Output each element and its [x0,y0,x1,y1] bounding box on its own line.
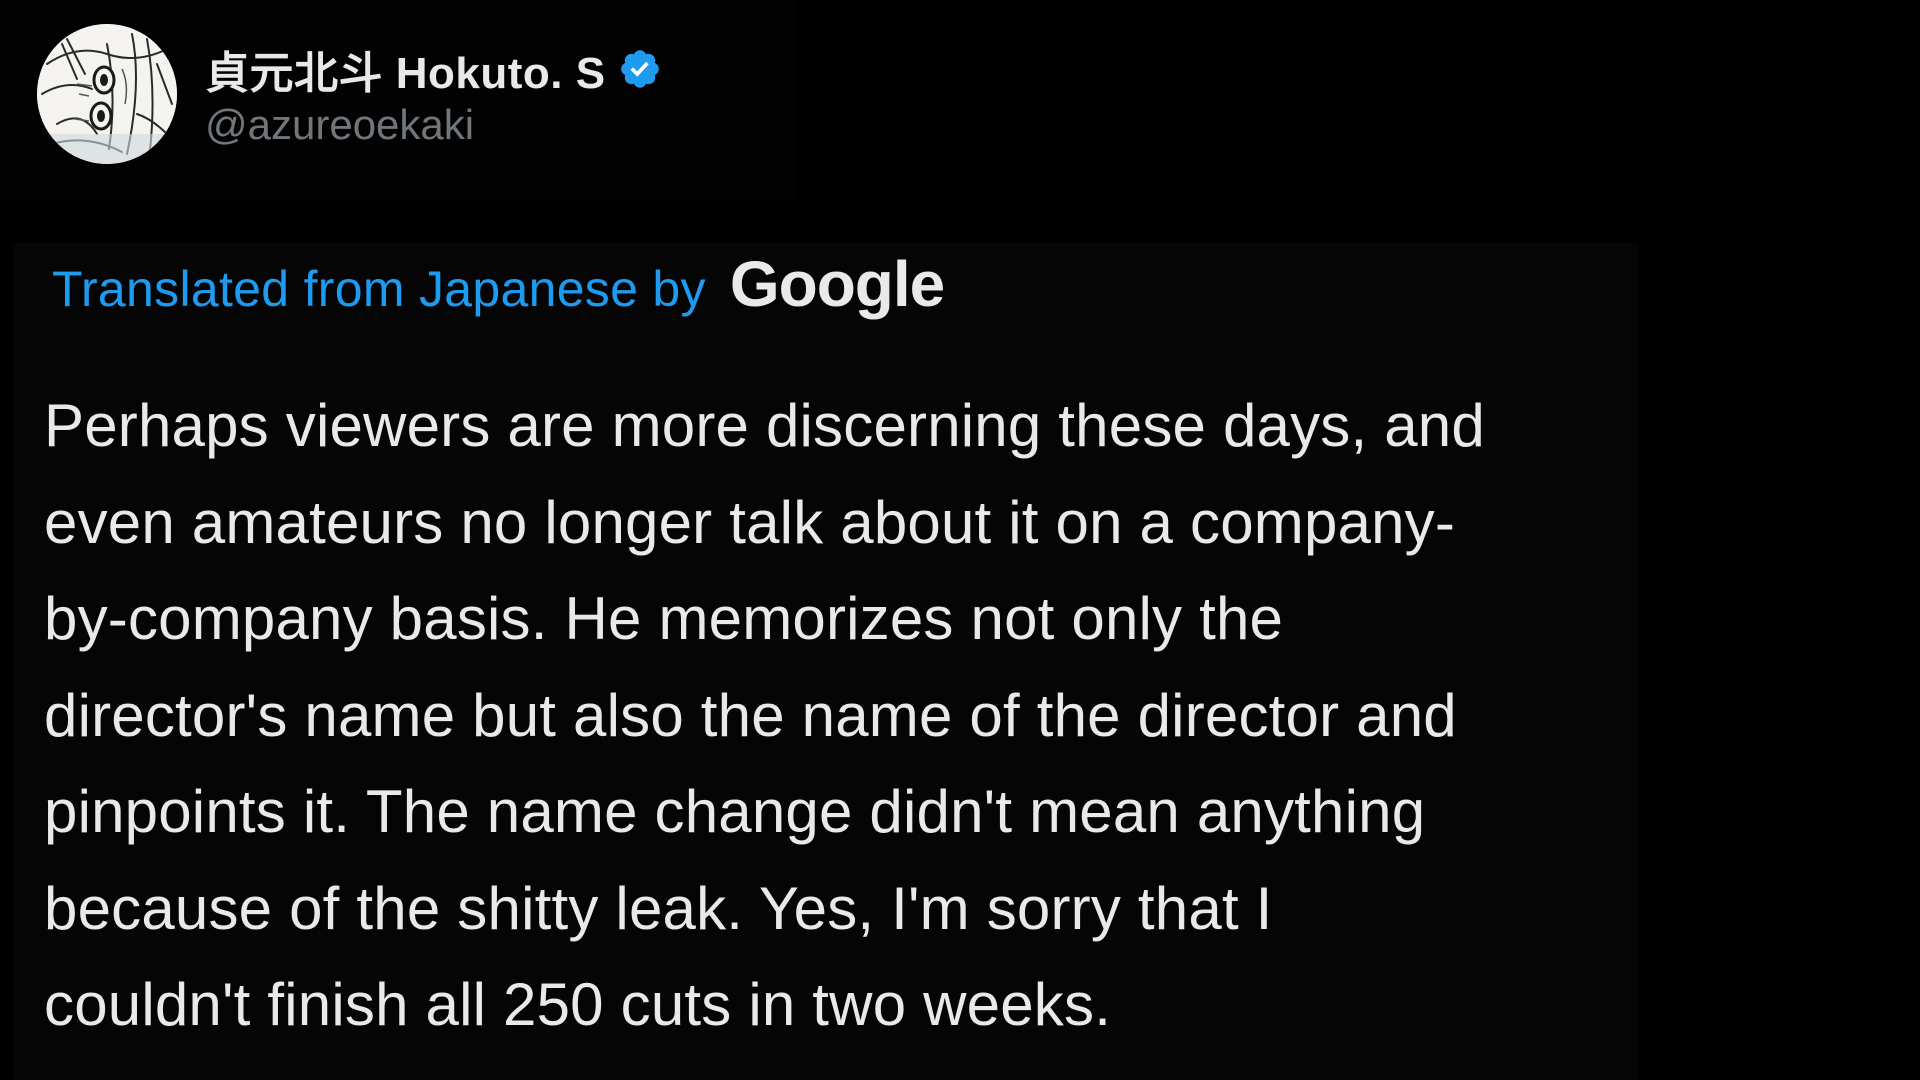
tweet-screenshot: 貞元北斗 Hokuto. S @azureoekaki Translated f… [0,0,1920,1080]
google-logo: Google [729,248,945,320]
tweet-text: Perhaps viewers are more discerning thes… [44,378,1624,1054]
tweet-text-line: Perhaps viewers are more discerning thes… [44,392,1485,459]
tweet-text-line: pinpoints it. The name change didn't mea… [44,778,1426,845]
tweet-text-line: couldn't finish all 250 cuts in two week… [44,971,1112,1038]
tweet-text-line: even amateurs no longer talk about it on… [44,488,1456,556]
display-name[interactable]: 貞元北斗 Hokuto. S [205,37,606,101]
tweet-text-line: director's name but also the name of the… [44,681,1457,749]
manga-sketch-avatar-icon [37,24,177,164]
tweet-author-header: 貞元北斗 Hokuto. S @azureoekaki [37,24,662,164]
tweet-text-line: because of the shitty leak. Yes, I'm sor… [44,874,1273,942]
author-names: 貞元北斗 Hokuto. S @azureoekaki [205,39,662,149]
author-handle[interactable]: @azureoekaki [205,101,662,149]
verified-badge-icon [618,47,662,91]
translation-attribution: Translated from Japanese by Google [52,248,945,326]
display-name-row: 貞元北斗 Hokuto. S [205,39,662,99]
translated-from-link[interactable]: Translated from Japanese by [52,260,706,318]
avatar[interactable] [37,24,177,164]
tweet-text-line: by-company basis. He memorizes not only … [44,585,1284,652]
